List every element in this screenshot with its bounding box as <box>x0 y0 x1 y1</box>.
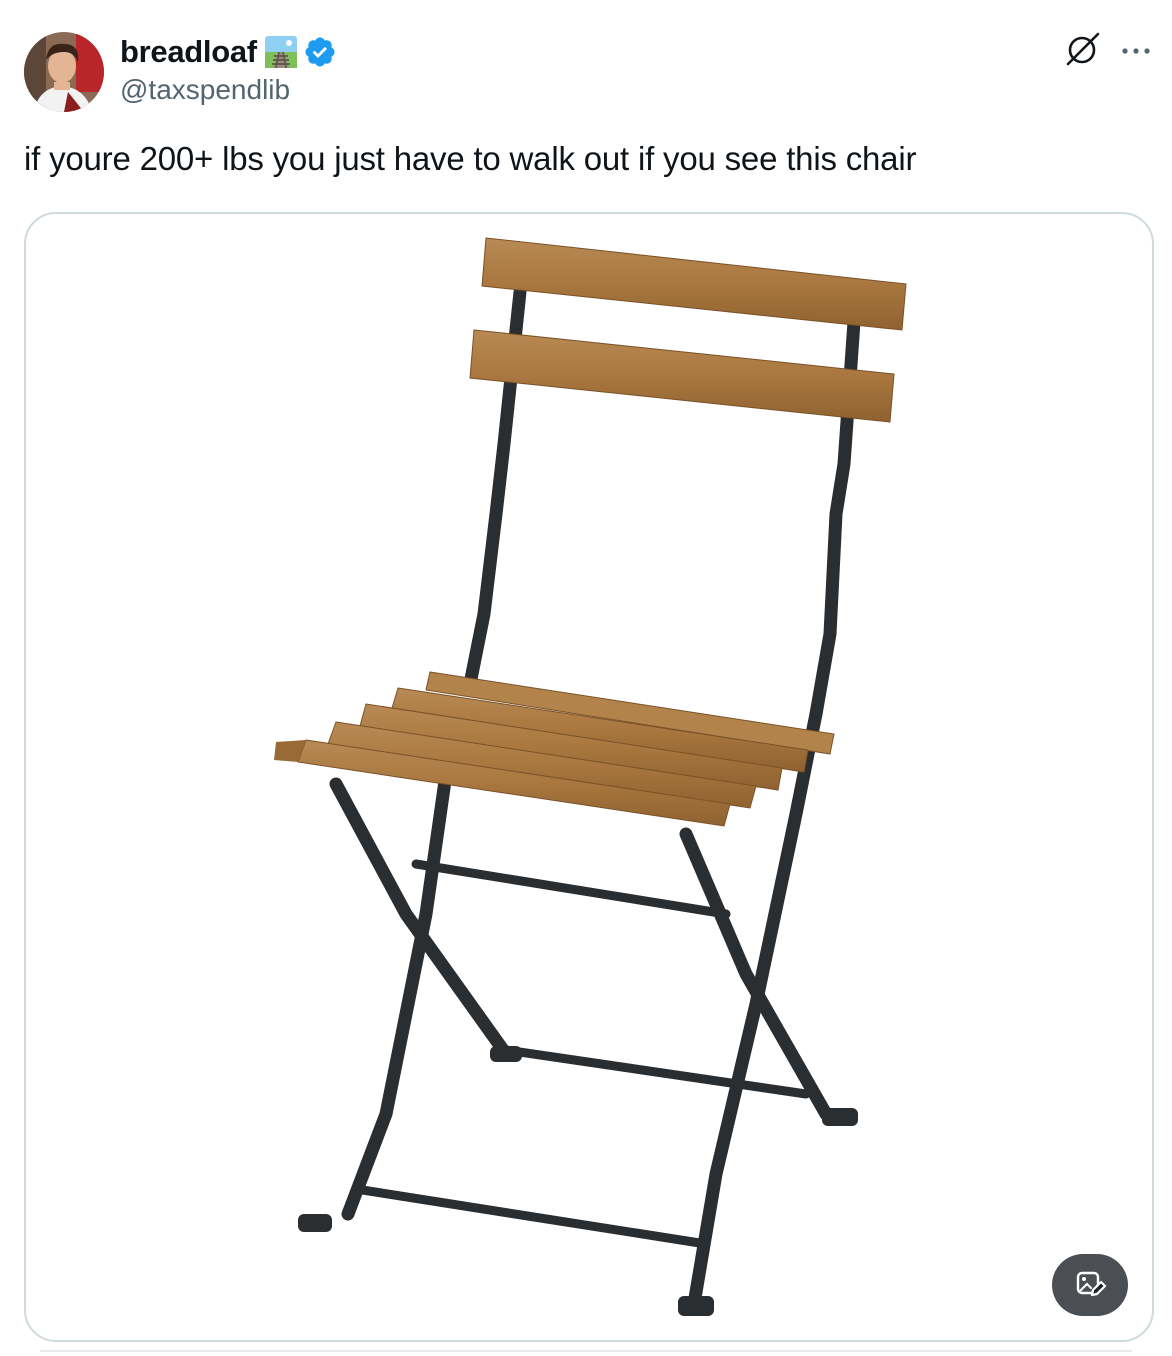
top-actions <box>1062 30 1152 75</box>
display-name[interactable]: breadloaf <box>120 34 257 70</box>
folding-chair-image[interactable] <box>24 212 1154 1342</box>
handle[interactable]: @taxspendlib <box>120 74 337 106</box>
more-options-icon[interactable] <box>1120 44 1152 62</box>
bottom-divider <box>40 1350 1132 1352</box>
tweet: breadloaf @taxspendlib if youre 200+ lbs… <box>0 0 1172 1356</box>
railway-track-icon <box>264 34 297 70</box>
post-text: if youre 200+ lbs you just have to walk … <box>24 140 917 177</box>
grok-icon[interactable] <box>1062 30 1102 75</box>
avatar[interactable] <box>24 32 104 112</box>
edit-image-button[interactable] <box>1052 1254 1128 1316</box>
name-row: breadloaf <box>120 32 337 72</box>
verified-badge-icon[interactable] <box>303 35 337 69</box>
edit-image-icon <box>1074 1267 1107 1304</box>
author-names: breadloaf @taxspendlib <box>120 32 337 106</box>
